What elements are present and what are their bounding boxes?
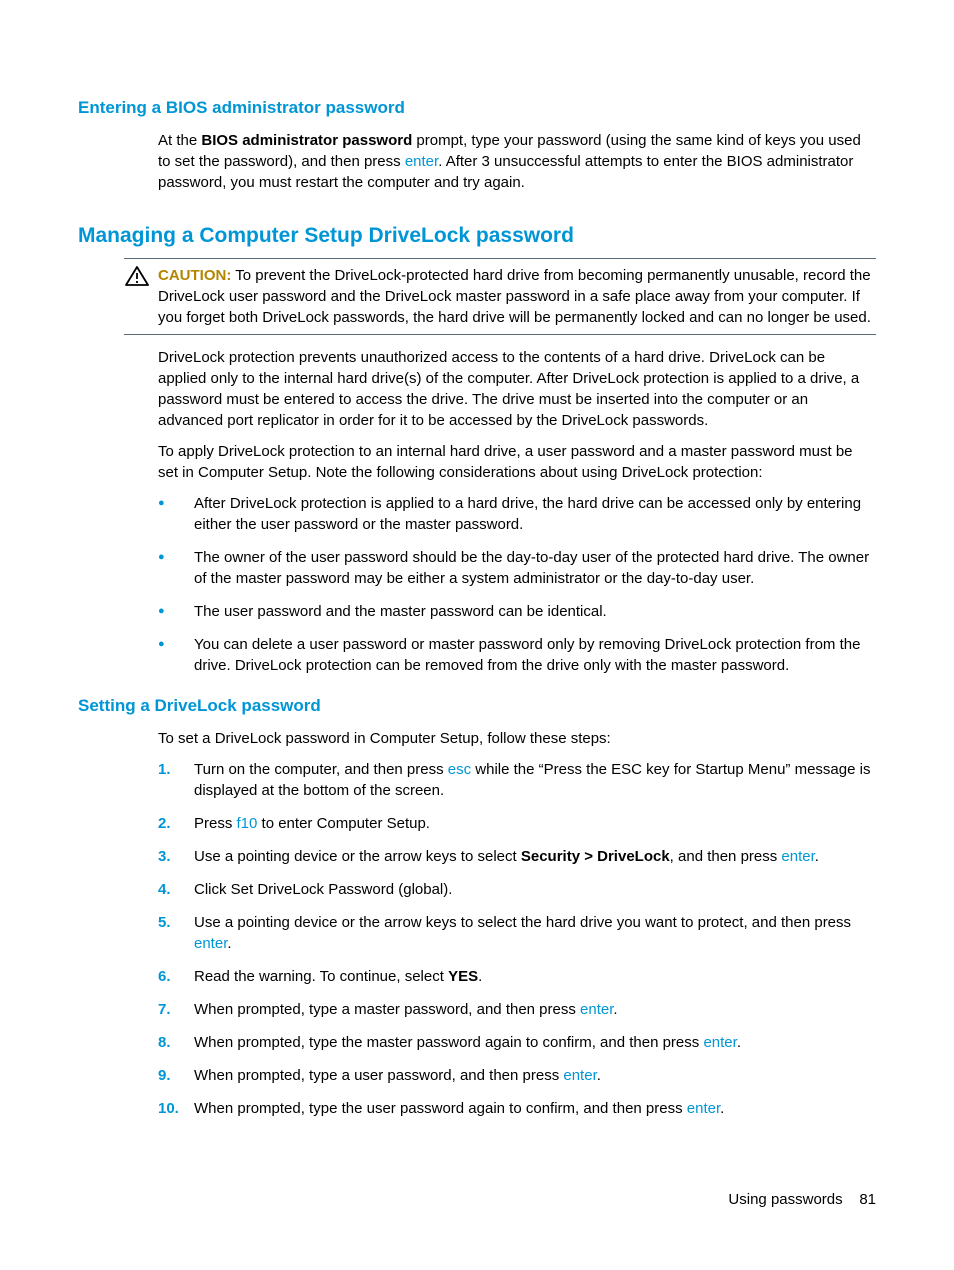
key-enter: enter xyxy=(703,1034,736,1051)
text: . xyxy=(720,1100,724,1117)
text: The owner of the user password should be… xyxy=(194,549,869,587)
list-item: 8. When prompted, type the master passwo… xyxy=(158,1032,876,1053)
list-item: You can delete a user password or master… xyxy=(158,634,876,676)
text: . xyxy=(613,1001,617,1018)
step-number: 1. xyxy=(158,759,171,780)
text: Turn on the computer, and then press xyxy=(194,761,448,778)
text: When prompted, type a user password, and… xyxy=(194,1067,563,1084)
text: After DriveLock protection is applied to… xyxy=(194,495,861,533)
document-page: Entering a BIOS administrator password A… xyxy=(0,0,954,1270)
text: Use a pointing device or the arrow keys … xyxy=(194,848,521,865)
step-number: 6. xyxy=(158,966,171,987)
list-item: After DriveLock protection is applied to… xyxy=(158,493,876,535)
key-enter: enter xyxy=(194,935,227,952)
drivelock-p2: To apply DriveLock protection to an inte… xyxy=(158,441,876,483)
list-item: 6. Read the warning. To continue, select… xyxy=(158,966,876,987)
text: . xyxy=(737,1034,741,1051)
list-item: 7. When prompted, type a master password… xyxy=(158,999,876,1020)
text: At the xyxy=(158,132,201,149)
heading-managing-drivelock: Managing a Computer Setup DriveLock pass… xyxy=(78,221,876,250)
drivelock-bullets: After DriveLock protection is applied to… xyxy=(158,493,876,676)
step-number: 8. xyxy=(158,1032,171,1053)
text: You can delete a user password or master… xyxy=(194,636,860,674)
drivelock-p1: DriveLock protection prevents unauthoriz… xyxy=(158,347,876,431)
text: When prompted, type a master password, a… xyxy=(194,1001,580,1018)
list-item: 10. When prompted, type the user passwor… xyxy=(158,1098,876,1119)
text: . xyxy=(597,1067,601,1084)
step-number: 4. xyxy=(158,879,171,900)
key-esc: esc xyxy=(448,761,471,778)
text: to enter Computer Setup. xyxy=(257,815,430,832)
bios-paragraph: At the BIOS administrator password promp… xyxy=(158,130,876,193)
step-number: 10. xyxy=(158,1098,179,1119)
key-enter: enter xyxy=(563,1067,596,1084)
key-f10: f10 xyxy=(237,815,258,832)
text: . xyxy=(478,968,482,985)
list-item: The owner of the user password should be… xyxy=(158,547,876,589)
bold-security-drivelock: Security > DriveLock xyxy=(521,848,670,865)
step-number: 3. xyxy=(158,846,171,867)
bios-prompt-bold: BIOS administrator password xyxy=(201,132,412,149)
text: Click Set DriveLock Password (global). xyxy=(194,881,452,898)
heading-setting-drivelock: Setting a DriveLock password xyxy=(78,694,876,718)
text: The user password and the master passwor… xyxy=(194,603,607,620)
page-footer: Using passwords 81 xyxy=(728,1189,876,1210)
list-item: 2. Press f10 to enter Computer Setup. xyxy=(158,813,876,834)
heading-entering-bios: Entering a BIOS administrator password xyxy=(78,96,876,120)
bold-yes: YES xyxy=(448,968,478,985)
caution-label: CAUTION: xyxy=(158,267,231,284)
list-item: 3. Use a pointing device or the arrow ke… xyxy=(158,846,876,867)
key-enter: enter xyxy=(781,848,814,865)
list-item: 4. Click Set DriveLock Password (global)… xyxy=(158,879,876,900)
list-item: 1. Turn on the computer, and then press … xyxy=(158,759,876,801)
text: , and then press xyxy=(670,848,782,865)
caution-block: CAUTION: To prevent the DriveLock-protec… xyxy=(124,258,876,335)
text: . xyxy=(227,935,231,952)
step-number: 5. xyxy=(158,912,171,933)
step-number: 2. xyxy=(158,813,171,834)
key-enter: enter xyxy=(687,1100,720,1117)
step-number: 9. xyxy=(158,1065,171,1086)
text: When prompted, type the user password ag… xyxy=(194,1100,687,1117)
setting-intro: To set a DriveLock password in Computer … xyxy=(158,728,876,749)
list-item: 9. When prompted, type a user password, … xyxy=(158,1065,876,1086)
text: When prompted, type the master password … xyxy=(194,1034,703,1051)
key-enter: enter xyxy=(580,1001,613,1018)
step-number: 7. xyxy=(158,999,171,1020)
caution-icon xyxy=(124,265,150,293)
setting-steps: 1. Turn on the computer, and then press … xyxy=(158,759,876,1119)
text: . xyxy=(815,848,819,865)
text: Press xyxy=(194,815,237,832)
key-enter: enter xyxy=(405,153,438,170)
page-number: 81 xyxy=(859,1191,876,1208)
footer-label: Using passwords xyxy=(728,1191,842,1208)
text: Use a pointing device or the arrow keys … xyxy=(194,914,851,931)
text: Read the warning. To continue, select xyxy=(194,968,448,985)
caution-text: To prevent the DriveLock-protected hard … xyxy=(158,267,871,326)
list-item: The user password and the master passwor… xyxy=(158,601,876,622)
list-item: 5. Use a pointing device or the arrow ke… xyxy=(158,912,876,954)
